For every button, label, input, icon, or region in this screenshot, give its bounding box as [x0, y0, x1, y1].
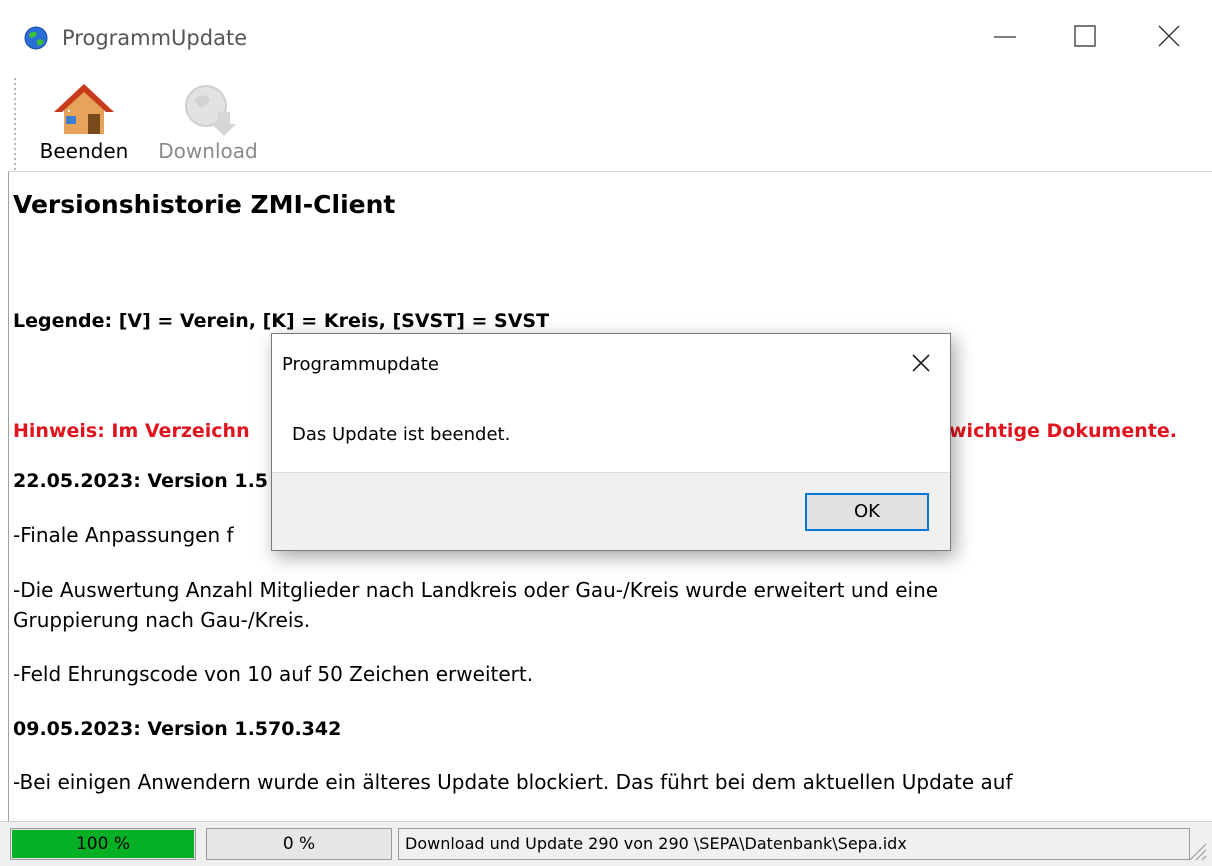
- ok-button[interactable]: OK: [805, 493, 929, 531]
- resize-grip-icon[interactable]: [1186, 840, 1208, 862]
- history-line: -Finale Anpassungen f: [13, 523, 234, 547]
- close-icon[interactable]: [1140, 12, 1200, 60]
- title-bar: ProgrammUpdate: [0, 0, 1212, 78]
- update-dialog: Programmupdate Das Update ist beendet. O…: [271, 333, 951, 551]
- download-label: Download: [158, 139, 258, 163]
- progress-bar-file: 0 %: [206, 828, 392, 860]
- download-icon: [185, 85, 236, 136]
- beenden-button[interactable]: Beenden: [32, 78, 136, 171]
- home-icon: [54, 84, 114, 134]
- dialog-message: Das Update ist beendet.: [292, 424, 511, 445]
- toolbar-grip[interactable]: [14, 78, 16, 171]
- dialog-title: Programmupdate: [282, 354, 439, 375]
- minimize-icon[interactable]: [976, 12, 1036, 60]
- dialog-title-bar: Programmupdate: [272, 334, 950, 394]
- maximize-icon[interactable]: [1056, 12, 1116, 60]
- history-line: -Feld Ehrungscode von 10 auf 50 Zeichen …: [13, 662, 534, 686]
- version-heading-2: 09.05.2023: Version 1.570.342: [13, 718, 342, 740]
- status-bar: 100 % 0 % Download und Update 290 von 29…: [0, 821, 1212, 866]
- version-heading-1: 22.05.2023: Version 1.5: [13, 470, 269, 492]
- window-title: ProgrammUpdate: [62, 26, 248, 50]
- globe-icon: [24, 26, 48, 50]
- history-line: -Bei einigen Anwendern wurde ein älteres…: [13, 770, 1013, 794]
- progress-bar-total: 100 %: [10, 828, 196, 860]
- legend-text: Legende: [V] = Verein, [K] = Kreis, [SVS…: [13, 310, 550, 332]
- progress-text: 100 %: [75, 834, 130, 854]
- status-message-panel: Download und Update 290 von 290 \SEPA\Da…: [398, 828, 1190, 860]
- toolbar: Beenden Download: [0, 78, 1212, 171]
- history-line: Gruppierung nach Gau-/Kreis.: [13, 608, 311, 632]
- dialog-close-icon[interactable]: [906, 348, 936, 378]
- page-title: Versionshistorie ZMI-Client: [13, 190, 396, 219]
- dialog-body: Das Update ist beendet.: [272, 394, 950, 473]
- notice-text-right: wichtige Dokumente.: [949, 420, 1177, 442]
- download-button[interactable]: Download: [148, 78, 268, 171]
- history-line: -Die Auswertung Anzahl Mitglieder nach L…: [13, 578, 939, 602]
- notice-text-left: Hinweis: Im Verzeichn: [13, 420, 250, 442]
- beenden-label: Beenden: [39, 139, 129, 163]
- progress-text: 0 %: [282, 834, 316, 854]
- status-message: Download und Update 290 von 290 \SEPA\Da…: [405, 834, 907, 853]
